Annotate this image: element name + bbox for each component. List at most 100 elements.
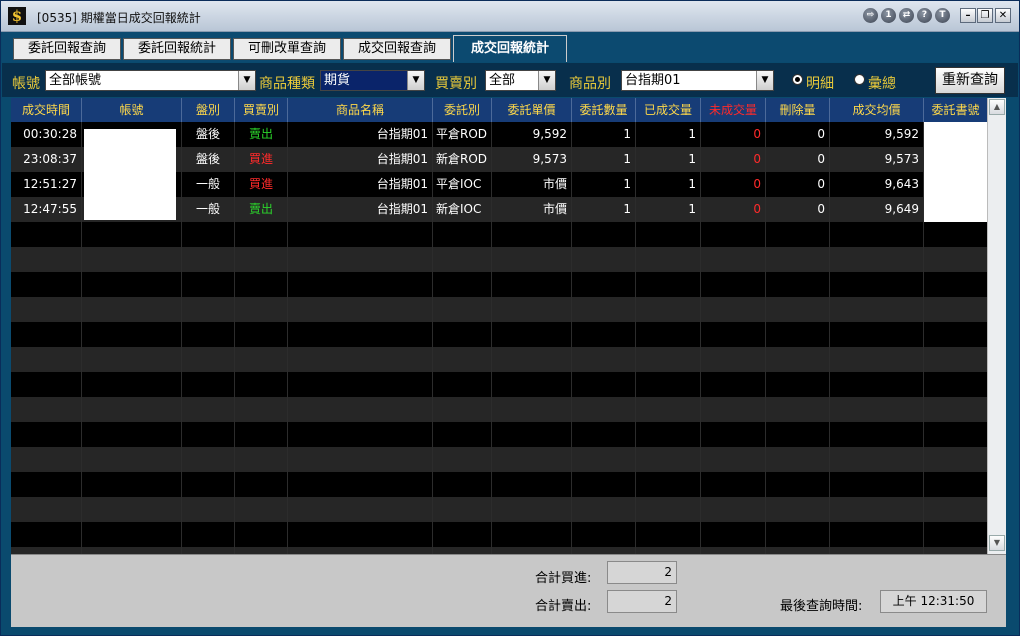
empty-row [11, 547, 987, 554]
empty-row [11, 397, 987, 422]
header-product-name[interactable]: 商品名稱 [288, 98, 433, 122]
redacted-order-no-block [924, 122, 987, 222]
header-account[interactable]: 帳號 [82, 98, 182, 122]
header-order-price[interactable]: 委託單價 [492, 98, 572, 122]
cell-session: 一般 [195, 202, 220, 216]
tab-trade-report-query[interactable]: 成交回報查詢 [343, 38, 451, 60]
header-trade-time[interactable]: 成交時間 [11, 98, 82, 122]
tab-order-report-query[interactable]: 委託回報查詢 [13, 38, 121, 60]
tool-icon[interactable]: ⇨ [863, 8, 878, 23]
empty-row [11, 347, 987, 372]
header-order-type[interactable]: 委託別 [433, 98, 492, 122]
tab-bar: 委託回報查詢 委託回報統計 可刪改單查詢 成交回報查詢 成交回報統計 [2, 32, 1018, 62]
filter-bar: 帳號 全部帳號 ▼ 商品種類 期貨 ▼ 買賣別 全部 ▼ 商品別 台指期01 ▼… [2, 63, 1018, 97]
tab-order-report-stats[interactable]: 委託回報統計 [123, 38, 231, 60]
radio-detail-label[interactable]: 明細 [806, 73, 834, 93]
info-icon[interactable]: 1 [881, 8, 896, 23]
scroll-up-icon[interactable]: ▲ [989, 99, 1005, 115]
requery-button[interactable]: 重新查詢 [935, 67, 1005, 94]
cell-side: 賣出 [248, 127, 273, 141]
side-select-value: 全部 [489, 73, 516, 88]
product-label: 商品別 [569, 76, 611, 92]
header-avg-price[interactable]: 成交均價 [830, 98, 924, 122]
cell-filled-qty: 1 [688, 202, 696, 216]
empty-row [11, 497, 987, 522]
chevron-down-icon[interactable]: ▼ [407, 71, 424, 90]
total-buy-label: 合計買進: [535, 571, 592, 586]
cell-order-type: 新倉ROD [436, 152, 488, 166]
cell-unfilled-qty: 0 [753, 152, 761, 166]
chevron-down-icon[interactable]: ▼ [756, 71, 773, 90]
header-filled-qty[interactable]: 已成交量 [636, 98, 701, 122]
cell-unfilled-qty: 0 [753, 177, 761, 191]
side-label: 買賣別 [435, 76, 477, 92]
radio-summary-label[interactable]: 彙總 [868, 73, 896, 93]
help-icon[interactable]: ? [917, 8, 932, 23]
app-window: $ [0535] 期權當日成交回報統計 ⇨ 1 ⇄ ? T – ❐ ✕ 委託回報… [0, 0, 1020, 636]
cell-side: 買進 [248, 152, 273, 166]
side-select[interactable]: 全部 ▼ [485, 70, 556, 91]
cell-trade-time: 23:08:37 [23, 152, 77, 166]
header-session[interactable]: 盤別 [182, 98, 235, 122]
empty-row [11, 372, 987, 397]
empty-row [11, 222, 987, 247]
maximize-button[interactable]: ❐ [977, 8, 993, 23]
product-select-value: 台指期01 [625, 73, 681, 88]
header-side[interactable]: 買賣別 [235, 98, 288, 122]
header-deleted-qty[interactable]: 刪除量 [766, 98, 830, 122]
minimize-button[interactable]: – [960, 8, 976, 23]
account-select[interactable]: 全部帳號 ▼ [45, 70, 256, 91]
cell-order-price: 市價 [542, 202, 567, 216]
cell-order-qty: 1 [623, 177, 631, 191]
product-select[interactable]: 台指期01 ▼ [621, 70, 774, 91]
radio-summary[interactable] [854, 74, 865, 85]
radio-detail[interactable] [792, 74, 803, 85]
empty-row [11, 272, 987, 297]
window-title: [0535] 期權當日成交回報統計 [37, 11, 201, 25]
cell-filled-qty: 1 [688, 177, 696, 191]
cell-deleted-qty: 0 [817, 202, 825, 216]
cell-order-price: 9,592 [532, 127, 567, 141]
summary-footer: 合計買進: 2 合計賣出: 2 最後查詢時間: 上午 12:31:50 [11, 554, 1006, 627]
total-buy-value: 2 [607, 561, 677, 584]
cell-avg-price: 9,573 [884, 152, 919, 166]
cell-product-name: 台指期01 [376, 127, 428, 141]
cell-avg-price: 9,643 [884, 177, 919, 191]
cell-order-price: 市價 [542, 177, 567, 191]
cell-unfilled-qty: 0 [753, 127, 761, 141]
cell-trade-time: 12:47:55 [23, 202, 77, 216]
total-sell-label: 合計賣出: [535, 599, 592, 614]
redacted-account-block [84, 129, 176, 220]
close-button[interactable]: ✕ [995, 8, 1011, 23]
tab-amendable-orders[interactable]: 可刪改單查詢 [233, 38, 341, 60]
header-order-no[interactable]: 委託書號 [924, 98, 987, 122]
product-type-label: 商品種類 [259, 76, 315, 92]
cell-deleted-qty: 0 [817, 127, 825, 141]
cell-deleted-qty: 0 [817, 177, 825, 191]
account-select-value: 全部帳號 [49, 73, 102, 88]
product-type-select-value: 期貨 [324, 73, 351, 88]
chevron-down-icon[interactable]: ▼ [238, 71, 255, 90]
account-label: 帳號 [12, 76, 40, 92]
t-icon[interactable]: T [935, 8, 950, 23]
tab-trade-report-stats[interactable]: 成交回報統計 [453, 35, 567, 62]
app-logo-icon: $ [8, 7, 26, 25]
cell-order-type: 平倉ROD [436, 127, 488, 141]
vertical-scrollbar[interactable]: ▲ ▼ [987, 98, 1006, 554]
share-icon[interactable]: ⇄ [899, 8, 914, 23]
cell-product-name: 台指期01 [376, 152, 428, 166]
header-unfilled-qty[interactable]: 未成交量 [701, 98, 766, 122]
title-bar[interactable]: $ [0535] 期權當日成交回報統計 ⇨ 1 ⇄ ? T – ❐ ✕ [1, 1, 1019, 32]
cell-order-qty: 1 [623, 127, 631, 141]
product-type-select[interactable]: 期貨 ▼ [320, 70, 425, 91]
cell-order-qty: 1 [623, 202, 631, 216]
cell-order-qty: 1 [623, 152, 631, 166]
chevron-down-icon[interactable]: ▼ [538, 71, 555, 90]
empty-row [11, 472, 987, 497]
cell-order-type: 平倉IOC [436, 177, 482, 191]
cell-side: 賣出 [248, 202, 273, 216]
cell-unfilled-qty: 0 [753, 202, 761, 216]
empty-row [11, 422, 987, 447]
header-order-qty[interactable]: 委託數量 [572, 98, 636, 122]
scroll-down-icon[interactable]: ▼ [989, 535, 1005, 551]
